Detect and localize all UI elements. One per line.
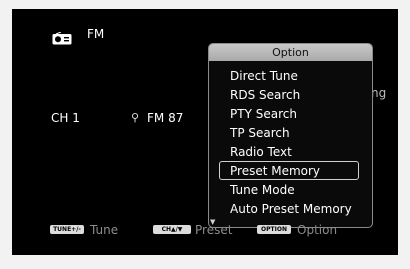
menu-item-direct-tune[interactable]: Direct Tune [219,66,359,85]
background-text-fragment: ng [371,86,387,100]
tune-hint-label: Tune [90,223,119,237]
option-hint-label: Option [297,223,338,237]
option-popup: Option Direct Tune RDS Search PTY Search… [208,43,373,228]
popup-title: Option [209,44,372,61]
frequency-label: FM 87 [147,111,184,125]
menu-item-tp-search[interactable]: TP Search [219,123,359,142]
option-key-badge: OPTION [257,225,291,234]
menu-item-pty-search[interactable]: PTY Search [219,104,359,123]
osd-screen: FM CH 1 ⚲ FM 87 ng Option Direct Tune RD… [12,9,398,255]
channel-label: CH 1 [51,111,80,125]
tune-key-badge: TUNE+/- [50,225,84,234]
menu-item-tune-mode[interactable]: Tune Mode [219,180,359,199]
option-menu-list: Direct Tune RDS Search PTY Search TP Sea… [219,66,359,218]
menu-item-auto-preset-memory[interactable]: Auto Preset Memory [219,199,359,218]
menu-item-preset-memory[interactable]: Preset Memory [219,161,359,180]
preset-key-badge: CH▲/▼ [153,225,191,234]
radio-icon [52,32,72,45]
preset-hint-label: Preset [195,223,233,237]
menu-item-rds-search[interactable]: RDS Search [219,85,359,104]
menu-item-radio-text[interactable]: Radio Text [219,142,359,161]
source-label: FM [87,27,105,41]
signal-icon: ⚲ [131,111,140,124]
